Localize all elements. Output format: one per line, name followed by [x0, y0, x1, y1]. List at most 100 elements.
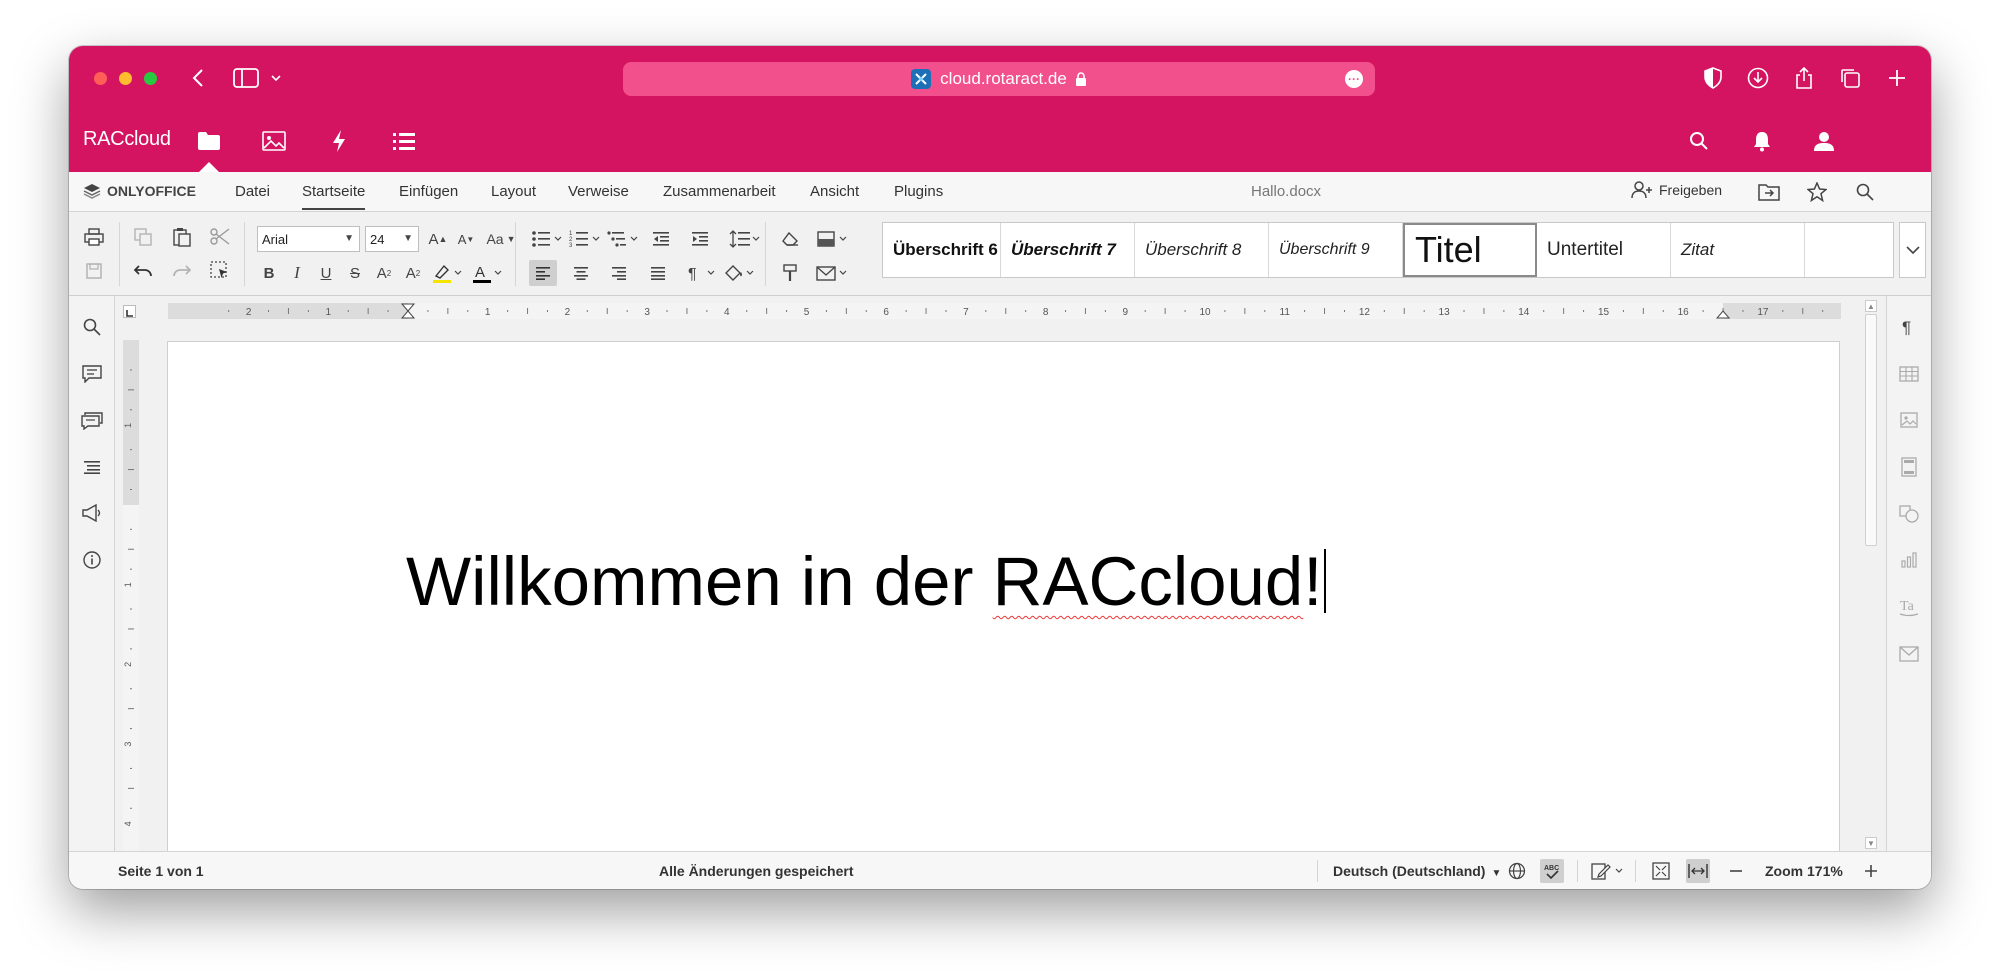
right-indent-marker-icon[interactable] [1715, 310, 1731, 319]
tab-startseite[interactable]: Startseite [302, 183, 366, 210]
justify-icon[interactable] [644, 260, 672, 286]
align-left-icon[interactable] [529, 260, 557, 286]
style-title[interactable]: Titel [1403, 223, 1537, 277]
tab-overview-icon[interactable] [1837, 62, 1863, 94]
font-size-select[interactable]: 24 ▼ [365, 226, 419, 252]
style-quote[interactable]: Zitat [1671, 223, 1805, 277]
privacy-shield-icon[interactable] [1700, 62, 1726, 94]
sidebar-toggle-icon[interactable] [232, 62, 260, 94]
tab-layout[interactable]: Layout [491, 183, 536, 200]
search-icon[interactable] [1684, 126, 1714, 156]
align-center-icon[interactable] [567, 260, 595, 286]
style-heading-9[interactable]: Überschrift 9 [1269, 223, 1403, 277]
bolt-icon[interactable] [324, 126, 354, 156]
undo-icon[interactable] [129, 258, 157, 284]
tab-plugins[interactable]: Plugins [894, 183, 943, 200]
cut-icon[interactable] [206, 224, 234, 250]
horizontal-ruler[interactable]: 2 1 1 2 3 4 5 6 7 8 9 10 11 12 13 14 15 16 17 [168, 303, 1841, 319]
list-icon[interactable] [389, 126, 419, 156]
close-window-button[interactable] [94, 72, 107, 85]
copy-icon[interactable] [129, 224, 157, 250]
folder-icon[interactable] [194, 126, 224, 156]
open-location-icon[interactable] [1757, 180, 1781, 204]
increase-indent-icon[interactable] [686, 226, 714, 252]
globe-icon[interactable] [1505, 859, 1529, 883]
zoom-out-icon[interactable] [1724, 859, 1748, 883]
share-button[interactable]: Freigeben [1631, 181, 1722, 199]
fit-page-icon[interactable] [1649, 859, 1673, 883]
tab-einfuegen[interactable]: Einfügen [399, 183, 458, 200]
clear-style-icon[interactable] [776, 226, 804, 252]
table-settings-icon[interactable] [1898, 363, 1920, 385]
zoom-level[interactable]: Zoom 171% [1765, 863, 1843, 879]
tab-ansicht[interactable]: Ansicht [810, 183, 859, 200]
chat-icon[interactable] [81, 410, 103, 432]
paste-icon[interactable] [168, 224, 196, 250]
mail-merge-icon[interactable] [814, 260, 850, 286]
fit-width-icon[interactable] [1686, 859, 1710, 883]
track-changes-icon[interactable] [1589, 859, 1627, 883]
style-heading-6[interactable]: Überschrift 6 [883, 223, 1001, 277]
style-heading-7[interactable]: Überschrift 7 [1001, 223, 1135, 277]
numbered-list-icon[interactable]: 123 [567, 226, 603, 252]
page-indicator[interactable]: Seite 1 von 1 [118, 863, 204, 879]
vertical-ruler[interactable]: 1 1 2 3 4 [123, 340, 139, 851]
print-icon[interactable] [80, 224, 108, 250]
style-heading-8[interactable]: Überschrift 8 [1135, 223, 1269, 277]
spellcheck-icon[interactable]: ABC [1540, 859, 1564, 883]
bold-icon[interactable]: B [255, 260, 283, 286]
change-case-icon[interactable]: Aa ▼ [483, 226, 519, 252]
font-color-icon[interactable]: A [469, 260, 505, 286]
strikethrough-icon[interactable]: S [341, 260, 369, 286]
chevron-down-icon[interactable] [269, 62, 283, 94]
star-icon[interactable] [1805, 180, 1829, 204]
increase-font-icon[interactable]: A ▲ [424, 226, 452, 252]
chart-settings-icon[interactable] [1898, 549, 1920, 571]
header-footer-icon[interactable] [1898, 456, 1920, 478]
address-bar[interactable]: cloud.rotaract.de ··· [623, 62, 1375, 96]
select-all-icon[interactable] [206, 258, 234, 284]
underline-icon[interactable]: U [312, 260, 340, 286]
comments-icon[interactable] [81, 363, 103, 385]
shape-settings-icon[interactable] [1898, 503, 1920, 525]
image-settings-icon[interactable] [1898, 409, 1920, 431]
tab-verweise[interactable]: Verweise [568, 183, 629, 200]
save-icon[interactable] [80, 258, 108, 284]
scroll-up-icon[interactable]: ▲ [1865, 300, 1877, 312]
color-scheme-icon[interactable] [814, 226, 850, 252]
multilevel-list-icon[interactable] [605, 226, 641, 252]
pilcrow-icon[interactable]: ¶ [683, 260, 719, 286]
bullet-list-icon[interactable] [529, 226, 565, 252]
tab-stop-selector[interactable] [123, 305, 136, 318]
scrollbar-thumb[interactable] [1865, 314, 1877, 546]
redo-icon[interactable] [168, 258, 196, 284]
zoom-in-icon[interactable] [1859, 859, 1883, 883]
font-name-select[interactable]: Arial ▼ [257, 226, 360, 252]
downloads-icon[interactable] [1745, 62, 1771, 94]
text-art-icon[interactable]: Ta [1898, 596, 1920, 618]
copy-style-icon[interactable] [776, 260, 804, 286]
user-icon[interactable] [1809, 126, 1839, 156]
navigation-icon[interactable] [81, 456, 103, 478]
more-options-icon[interactable]: ··· [1345, 70, 1363, 88]
paragraph-settings-icon[interactable]: ¶ [1898, 316, 1920, 338]
highlight-color-icon[interactable] [429, 260, 465, 286]
image-icon[interactable] [259, 126, 289, 156]
language-select[interactable]: Deutsch (Deutschland) ▼ [1333, 863, 1501, 879]
misspelled-word[interactable]: RACcloud [993, 543, 1304, 620]
share-icon[interactable] [1791, 62, 1817, 94]
scroll-down-icon[interactable]: ▼ [1865, 837, 1877, 849]
app-logo[interactable]: RACcloud [83, 128, 171, 151]
superscript-icon[interactable]: A2 [370, 260, 398, 286]
decrease-indent-icon[interactable] [647, 226, 675, 252]
align-right-icon[interactable] [605, 260, 633, 286]
decrease-font-icon[interactable]: A ▼ [452, 226, 480, 252]
document-paragraph[interactable]: Willkommen in der RACcloud! [406, 542, 1327, 621]
minimize-window-button[interactable] [119, 72, 132, 85]
search-icon[interactable] [1853, 180, 1877, 204]
zoom-window-button[interactable] [144, 72, 157, 85]
tab-zusammenarbeit[interactable]: Zusammenarbeit [663, 183, 776, 200]
new-tab-icon[interactable] [1885, 62, 1909, 94]
line-spacing-icon[interactable] [727, 226, 763, 252]
bell-icon[interactable] [1747, 126, 1777, 156]
